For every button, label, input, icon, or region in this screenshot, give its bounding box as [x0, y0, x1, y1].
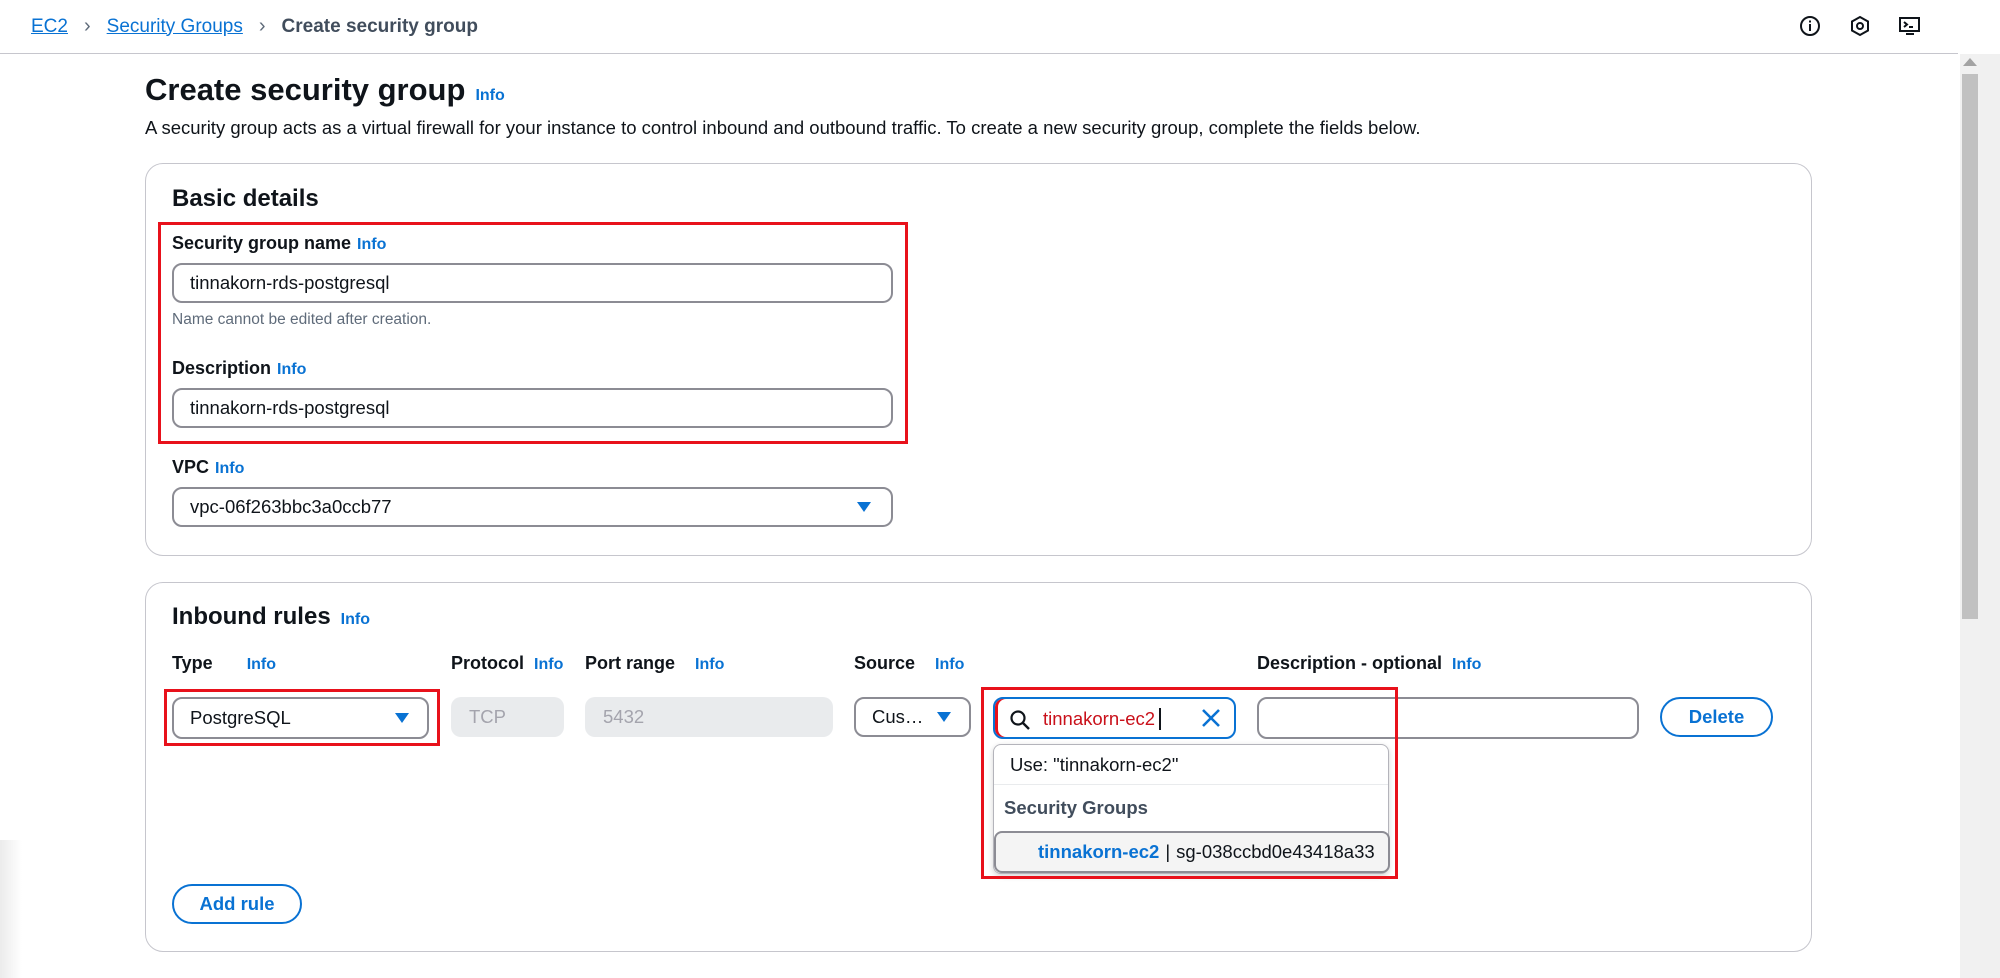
add-rule-button[interactable]: Add rule: [172, 884, 302, 924]
page-scrollbar[interactable]: [1960, 54, 2000, 978]
vpc-select[interactable]: vpc-06f263bbc3a0ccb77: [172, 487, 893, 527]
protocol-input: TCP: [451, 697, 564, 737]
inbound-rules-title: Inbound rules Info: [172, 603, 370, 630]
dropdown-use-option[interactable]: Use: "tinnakorn-ec2": [994, 745, 1388, 785]
chevron-right-icon: ›: [83, 15, 91, 37]
column-type-header: Type Info: [172, 653, 277, 674]
type-info-link[interactable]: Info: [247, 656, 276, 674]
rule-type-select[interactable]: PostgreSQL: [172, 697, 429, 739]
top-navigation-bar: EC2 › Security Groups › Create security …: [0, 0, 1958, 54]
inbound-rules-info-link[interactable]: Info: [341, 611, 370, 629]
page-title: Create security group Info: [145, 72, 505, 108]
edge-shadow: [0, 840, 22, 978]
caret-down-icon: [857, 502, 871, 512]
rule-description-input[interactable]: [1257, 697, 1639, 739]
page-info-link[interactable]: Info: [475, 87, 504, 105]
port-range-info-link[interactable]: Info: [695, 656, 724, 674]
security-group-name-hint: Name cannot be edited after creation.: [172, 311, 432, 328]
breadcrumb-current: Create security group: [281, 15, 478, 37]
basic-details-title: Basic details: [172, 185, 319, 212]
source-search-input[interactable]: tinnakorn-ec2: [993, 697, 1236, 739]
cloudshell-icon[interactable]: [1898, 14, 1922, 38]
security-group-name-info-link[interactable]: Info: [357, 236, 386, 254]
text-cursor: [1159, 708, 1161, 730]
column-port-range-header: Port range Info: [585, 653, 725, 674]
clear-icon[interactable]: [1200, 707, 1222, 734]
source-dropdown-list: Use: "tinnakorn-ec2" Security Groups tin…: [993, 744, 1390, 874]
dropdown-security-group-option[interactable]: tinnakorn-ec2 | sg-038ccbd0e43418a33: [994, 831, 1390, 873]
rule-type-value: PostgreSQL: [190, 707, 291, 728]
vpc-label: VPC Info: [172, 457, 245, 478]
source-info-link[interactable]: Info: [935, 656, 964, 674]
protocol-info-link[interactable]: Info: [534, 656, 563, 674]
breadcrumb-ec2-link[interactable]: EC2: [31, 16, 68, 38]
security-group-name-input[interactable]: tinnakorn-rds-postgresql: [172, 263, 893, 303]
column-protocol-header: Protocol Info: [451, 653, 564, 674]
scrollbar-track[interactable]: [1960, 54, 1980, 978]
column-description-header: Description - optional Info: [1257, 653, 1482, 674]
scrollbar-thumb[interactable]: [1962, 74, 1978, 619]
chevron-right-icon: ›: [258, 15, 266, 37]
security-group-name-label: Security group name Info: [172, 233, 387, 254]
inbound-rules-panel: [145, 582, 1812, 952]
option-separator: |: [1165, 841, 1171, 862]
breadcrumb: EC2 › Security Groups › Create security …: [31, 15, 478, 38]
info-circle-icon[interactable]: [1798, 14, 1822, 38]
source-search-value: tinnakorn-ec2: [1043, 708, 1156, 729]
option-name: tinnakorn-ec2: [1038, 841, 1160, 862]
dropdown-group-label: Security Groups: [1004, 797, 1148, 818]
description-optional-info-link[interactable]: Info: [1452, 656, 1481, 674]
delete-rule-button[interactable]: Delete: [1660, 697, 1773, 737]
vpc-select-value: vpc-06f263bbc3a0ccb77: [190, 496, 392, 517]
search-icon: [1009, 709, 1031, 736]
top-icons: [1798, 14, 1922, 38]
scroll-up-arrow-icon[interactable]: [1963, 58, 1977, 66]
caret-down-icon: [395, 713, 409, 723]
breadcrumb-security-groups-link[interactable]: Security Groups: [107, 16, 243, 38]
description-info-link[interactable]: Info: [277, 361, 306, 379]
caret-down-icon: [937, 712, 951, 722]
source-type-value: Cus…: [872, 706, 924, 727]
column-source-header: Source Info: [854, 653, 965, 674]
option-id: sg-038ccbd0e43418a33: [1176, 841, 1375, 862]
page-title-text: Create security group: [145, 72, 466, 107]
settings-hex-icon[interactable]: [1848, 14, 1872, 38]
description-label: Description Info: [172, 358, 307, 379]
vpc-info-link[interactable]: Info: [215, 460, 244, 478]
source-type-select[interactable]: Cus…: [854, 697, 971, 737]
page-description: A security group acts as a virtual firew…: [145, 117, 1421, 138]
description-input[interactable]: tinnakorn-rds-postgresql: [172, 388, 893, 428]
port-range-input: 5432: [585, 697, 833, 737]
